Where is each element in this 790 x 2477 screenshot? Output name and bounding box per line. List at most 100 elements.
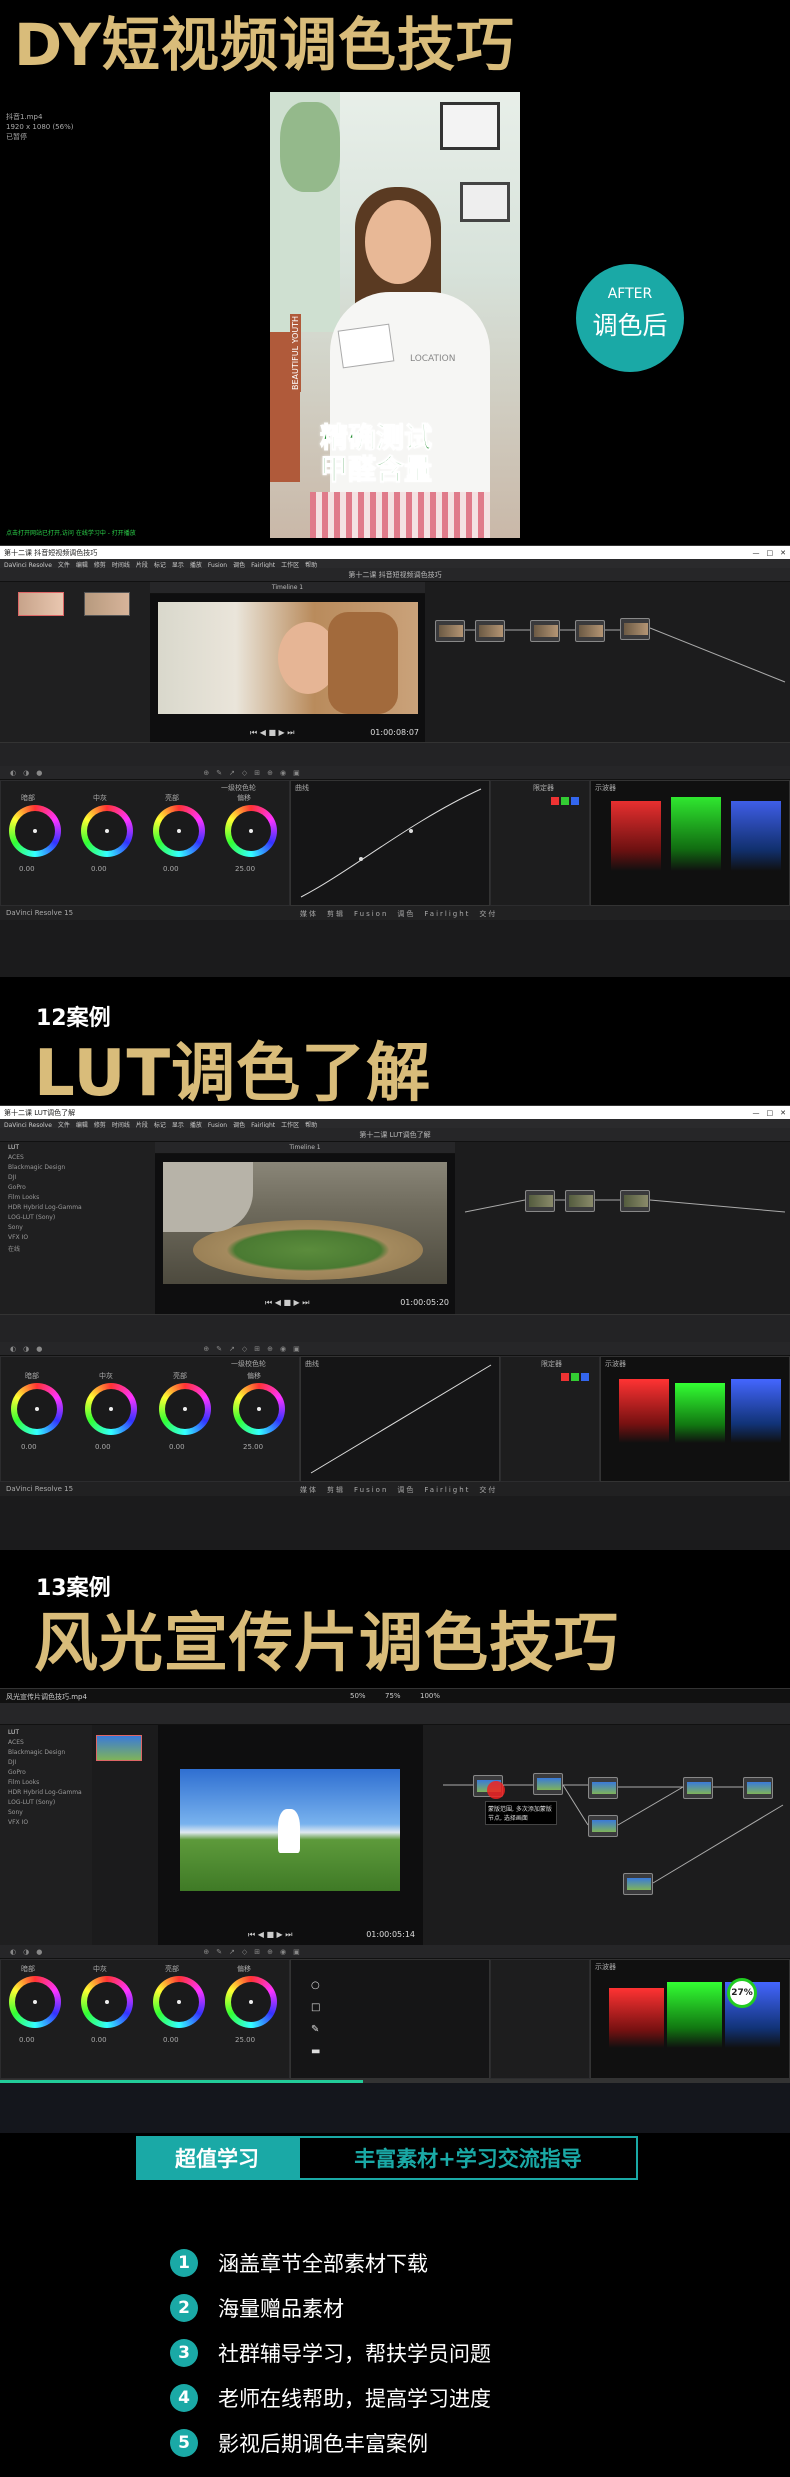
window-controls-2[interactable]: — □ ✕ — [753, 1108, 786, 1118]
wheel-gain[interactable] — [153, 805, 205, 857]
taskbar[interactable] — [0, 2079, 790, 2133]
palette-tabs[interactable]: ◐ ◑ ● ⊕ ✎ ↗ ◇ ⊞ ⊕ ◉ ▣ — [0, 766, 790, 780]
square-window-icon[interactable]: □ — [311, 2002, 320, 2013]
viewer-2[interactable]: 01:00:05:20 ⏮ ◀ ■ ▶ ⏭ — [155, 1154, 455, 1314]
lut-item[interactable]: Blackmagic Design — [0, 1164, 155, 1174]
wheel-label-offset: 偏移 — [247, 1372, 261, 1380]
menu-bar[interactable]: DaVinci Resolve 文件 编辑 修剪 时间线 片段 标记 显示 播放… — [0, 559, 790, 569]
lut-item[interactable]: 在线 — [0, 1244, 155, 1254]
transform-panel[interactable] — [490, 1959, 590, 2079]
palette-tabs-3[interactable]: ◐ ◑ ● ⊕ ✎ ↗ ◇ ⊞ ⊕ ◉ ▣ — [0, 1945, 790, 1959]
wheel-lift[interactable] — [9, 1976, 61, 2028]
wheel-label-gamma: 中灰 — [93, 1965, 107, 1973]
gradient-window-icon[interactable]: ▬ — [311, 2046, 320, 2057]
shirt-print: LOCATION — [410, 354, 456, 364]
wheel-gamma[interactable] — [81, 1976, 133, 2028]
wheel-value-gain: 0.00 — [163, 2036, 179, 2044]
wheel-offset[interactable] — [225, 805, 277, 857]
lut-item[interactable]: GoPro — [0, 1184, 155, 1194]
wheel-value-gamma: 0.00 — [91, 2036, 107, 2044]
zoom-100[interactable]: 100% — [420, 1692, 440, 1700]
clip-thumb[interactable] — [96, 1735, 142, 1761]
window-tools-panel[interactable]: ○ □ ✎ ▬ — [290, 1959, 490, 2079]
thumb-2[interactable] — [84, 592, 130, 616]
circle-window-icon[interactable]: ○ — [311, 1980, 320, 1991]
wheel-label-offset: 偏移 — [237, 1965, 251, 1973]
menu-bar-2[interactable]: DaVinci Resolve 文件 编辑 修剪 时间线 片段 标记 显示 播放… — [0, 1119, 790, 1129]
lut-item[interactable]: ACES — [0, 1154, 155, 1164]
lut-item[interactable]: Blackmagic Design — [0, 1749, 92, 1759]
progress-bar[interactable] — [0, 2080, 790, 2083]
pen-window-icon[interactable]: ✎ — [311, 2024, 319, 2035]
lut-item[interactable]: LOG-LUT (Sony) — [0, 1799, 92, 1809]
page-tabs[interactable]: 媒体 剪辑 Fusion 调色 Fairlight 交付 — [300, 909, 497, 919]
wheel-value-lift: 0.00 — [19, 865, 35, 873]
lut-item[interactable]: LUT — [0, 1729, 92, 1739]
red-swatch[interactable] — [551, 797, 559, 805]
file-info: 抖音1.mp4 1920 x 1080 (56%) 已暂停 — [6, 112, 73, 142]
qualifier-panel[interactable]: 限定器 — [490, 780, 590, 906]
timeline-name-2[interactable]: Timeline 1 — [289, 1144, 320, 1151]
node-editor-2[interactable] — [455, 1142, 790, 1314]
wheel-value-lift: 0.00 — [21, 1443, 37, 1451]
hand-sleeve — [163, 1162, 253, 1232]
zoom-75[interactable]: 75% — [385, 1692, 401, 1700]
blue-swatch[interactable] — [571, 797, 579, 805]
wheel-label-gain: 亮部 — [165, 794, 179, 802]
lut-item[interactable]: Sony — [0, 1809, 92, 1819]
viewer-hair — [328, 612, 398, 714]
page-tabs-2[interactable]: 媒体 剪辑 Fusion 调色 Fairlight 交付 — [300, 1485, 497, 1495]
lut-item[interactable]: DJI — [0, 1174, 155, 1184]
wheel-offset[interactable] — [233, 1383, 285, 1435]
green-swatch[interactable] — [561, 797, 569, 805]
lut-item[interactable]: LUT — [0, 1144, 155, 1154]
node-editor-3[interactable]: 蒙版范围, 多次添加蒙版节点, 选择画面 — [423, 1725, 790, 1945]
lut-browser-3[interactable]: LUT ACES Blackmagic Design DJI GoPro Fil… — [0, 1725, 92, 1945]
timeline-strip[interactable] — [0, 742, 790, 766]
caption-line-2: 甲醛含量 — [319, 453, 433, 486]
transport-controls-2[interactable]: ⏮ ◀ ■ ▶ ⏭ — [265, 1298, 309, 1308]
qualifier-panel-2[interactable]: 限定器 — [500, 1356, 600, 1482]
lut-item[interactable]: Film Looks — [0, 1779, 92, 1789]
curves-panel-2[interactable]: 曲线 — [300, 1356, 500, 1482]
wheel-gamma[interactable] — [81, 805, 133, 857]
lut-item[interactable]: GoPro — [0, 1769, 92, 1779]
wheel-lift[interactable] — [9, 805, 61, 857]
wheel-label-lift: 暗部 — [25, 1372, 39, 1380]
lut-item[interactable]: HDR Hybrid Log-Gamma — [0, 1204, 155, 1214]
node-editor[interactable] — [425, 582, 790, 742]
node-connections — [465, 627, 786, 683]
transport-controls-3[interactable]: ⏮ ◀ ■ ▶ ⏭ — [248, 1930, 292, 1940]
red-swatch[interactable] — [561, 1373, 569, 1381]
zoom-50[interactable]: 50% — [350, 1692, 366, 1700]
lut-item[interactable]: LOG-LUT (Sony) — [0, 1214, 155, 1224]
status-link[interactable]: 点击打开网站已打开,访问 在线学习中 - 打开播放 — [6, 528, 136, 537]
lut-browser[interactable]: LUT ACES Blackmagic Design DJI GoPro Fil… — [0, 1142, 155, 1342]
palette-tabs-2[interactable]: ◐ ◑ ● ⊕ ✎ ↗ ◇ ⊞ ⊕ ◉ ▣ — [0, 1342, 790, 1356]
transport-controls[interactable]: ⏮ ◀ ■ ▶ ⏭ — [250, 728, 294, 738]
lut-item[interactable]: Sony — [0, 1224, 155, 1234]
window-controls[interactable]: — □ ✕ — [753, 548, 786, 558]
thumb-1[interactable] — [18, 592, 64, 616]
wheel-gain[interactable] — [159, 1383, 211, 1435]
viewer-image-3 — [180, 1769, 400, 1891]
lut-item[interactable]: Film Looks — [0, 1194, 155, 1204]
wheel-offset[interactable] — [225, 1976, 277, 2028]
cta-right[interactable]: 丰富素材+学习交流指导 — [298, 2136, 638, 2180]
green-swatch[interactable] — [571, 1373, 579, 1381]
cta-left[interactable]: 超值学习 — [136, 2136, 298, 2180]
timeline-strip-2[interactable] — [0, 1314, 790, 1342]
blue-swatch[interactable] — [581, 1373, 589, 1381]
viewer-3[interactable]: 01:00:05:14 ⏮ ◀ ■ ▶ ⏭ — [158, 1725, 423, 1945]
timeline-name[interactable]: Timeline 1 — [272, 584, 303, 591]
lut-item[interactable]: DJI — [0, 1759, 92, 1769]
lut-item[interactable]: HDR Hybrid Log-Gamma — [0, 1789, 92, 1799]
lut-item[interactable]: VFX IO — [0, 1819, 92, 1829]
viewer[interactable]: 01:00:08:07 ⏮ ◀ ■ ▶ ⏭ — [150, 594, 425, 742]
wheel-lift[interactable] — [11, 1383, 63, 1435]
curves-panel[interactable]: 曲线 — [290, 780, 490, 906]
wheel-gain[interactable] — [153, 1976, 205, 2028]
wheel-gamma[interactable] — [85, 1383, 137, 1435]
lut-item[interactable]: VFX IO — [0, 1234, 155, 1244]
lut-item[interactable]: ACES — [0, 1739, 92, 1749]
